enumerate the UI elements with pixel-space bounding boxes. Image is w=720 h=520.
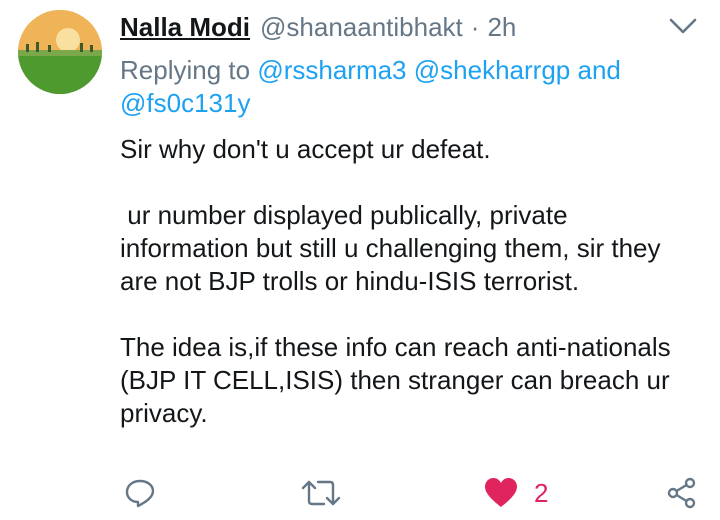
mention-conjunction[interactable]: and bbox=[577, 55, 620, 85]
chevron-down-icon[interactable] bbox=[668, 16, 698, 36]
tweet-header: Nalla Modi @shanaantibhakt · 2h bbox=[120, 12, 516, 46]
author-name[interactable]: Nalla Modi bbox=[120, 12, 250, 43]
tweet-paragraph: Sir why don't u accept ur defeat. bbox=[120, 134, 491, 164]
replying-to-label: Replying to bbox=[120, 55, 251, 85]
share-icon bbox=[666, 477, 698, 509]
retweet-button[interactable] bbox=[300, 470, 342, 516]
reply-button[interactable] bbox=[124, 470, 156, 516]
mention-link[interactable]: @rssharma3 bbox=[257, 55, 406, 85]
separator-dot: · bbox=[470, 12, 480, 42]
replying-to: Replying to @rssharma3 @shekharrgp and @… bbox=[120, 54, 680, 120]
retweet-icon bbox=[300, 477, 342, 509]
like-count: 2 bbox=[534, 477, 549, 508]
timestamp[interactable]: 2h bbox=[487, 12, 516, 43]
like-button[interactable]: 2 bbox=[484, 470, 548, 516]
tweet-text: Sir why don't u accept ur defeat. ur num… bbox=[120, 133, 700, 430]
tweet-actions: 2 bbox=[0, 470, 720, 516]
mention-link[interactable]: @shekharrgp bbox=[414, 55, 570, 85]
tweet-paragraph: ur number displayed publically, private … bbox=[120, 200, 668, 296]
mention-link[interactable]: @fs0c131y bbox=[120, 88, 250, 118]
author-handle[interactable]: @shanaantibhakt bbox=[260, 12, 463, 43]
avatar[interactable] bbox=[18, 10, 102, 94]
heart-icon bbox=[484, 477, 518, 509]
tweet-paragraph: The idea is,if these info can reach anti… bbox=[120, 332, 678, 428]
share-button[interactable] bbox=[666, 470, 698, 516]
reply-icon bbox=[124, 477, 156, 509]
tweet: Nalla Modi @shanaantibhakt · 2h Replying… bbox=[0, 0, 720, 520]
